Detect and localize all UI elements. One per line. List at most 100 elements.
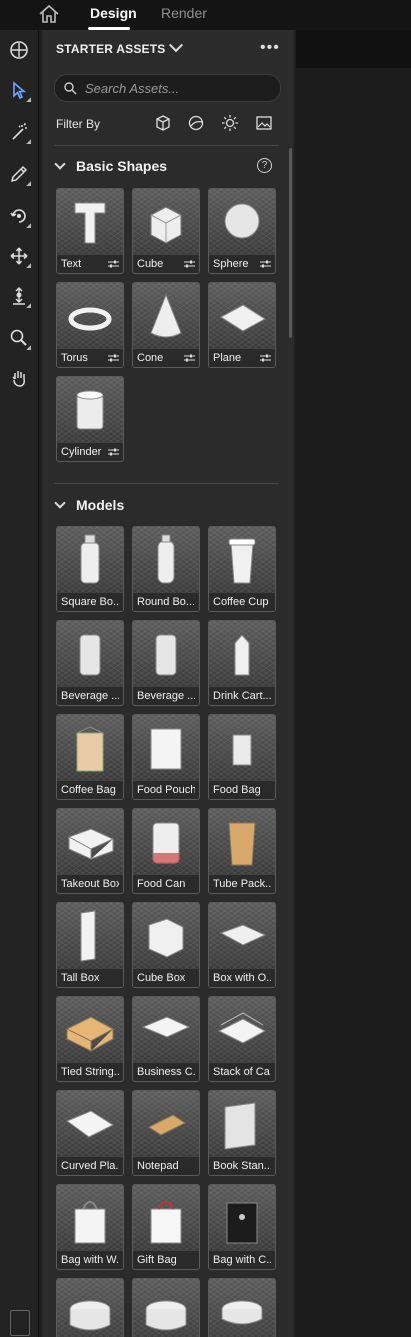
asset-tile[interactable]: Torus	[56, 282, 124, 368]
panel-title-dropdown[interactable]: STARTER ASSETS	[56, 38, 184, 56]
asset-label-bar: Food Can	[133, 875, 199, 893]
adjust-settings-icon[interactable]	[260, 260, 271, 268]
asset-tile[interactable]: Stack of Ca...	[208, 996, 276, 1082]
asset-tile[interactable]: Cylinder	[56, 376, 124, 462]
orbit-icon[interactable]	[5, 202, 33, 230]
adjust-settings-icon[interactable]	[108, 448, 119, 456]
asset-tile[interactable]: Beverage ...	[132, 620, 200, 706]
asset-label-bar: Bag with W...	[57, 1251, 123, 1269]
asset-tile[interactable]: Tall Box	[56, 902, 124, 988]
asset-label-bar: Cube Box	[133, 969, 199, 987]
more-options-icon[interactable]: •••	[260, 40, 280, 56]
asset-thumbnail	[209, 809, 275, 875]
asset-label-bar: Business C...	[133, 1063, 199, 1081]
left-toolbar	[0, 30, 39, 1337]
asset-tile[interactable]: Food Bag	[208, 714, 276, 800]
asset-label-bar: Beverage ...	[57, 687, 123, 705]
tab-render[interactable]: Render	[161, 5, 207, 21]
pan-hand-icon[interactable]	[5, 364, 33, 392]
asset-tile[interactable]: Coffee Bag	[56, 714, 124, 800]
asset-thumbnail	[57, 527, 123, 593]
move-icon[interactable]	[5, 242, 33, 270]
asset-thumbnail	[209, 1091, 275, 1157]
asset-name: Gift Bag	[137, 1254, 177, 1266]
section-basic-shapes[interactable]: Basic Shapes	[54, 158, 167, 174]
asset-thumbnail	[133, 189, 199, 255]
dolly-icon[interactable]	[5, 282, 33, 310]
scrollbar[interactable]	[289, 148, 292, 338]
adjust-settings-icon[interactable]	[108, 354, 119, 362]
adjust-settings-icon[interactable]	[260, 354, 271, 362]
asset-tile[interactable]: Takeout Box	[56, 808, 124, 894]
asset-name: Tube Pack...	[213, 878, 271, 890]
divider	[54, 483, 279, 484]
adjust-settings-icon[interactable]	[184, 354, 195, 362]
magic-wand-icon[interactable]	[5, 118, 33, 146]
section-models[interactable]: Models	[54, 497, 125, 513]
asset-tile[interactable]: Notepad	[132, 1090, 200, 1176]
asset-label-bar: Tied String...	[57, 1063, 123, 1081]
asset-tile[interactable]: Tied String...	[56, 996, 124, 1082]
asset-thumbnail	[57, 809, 123, 875]
asset-label-bar: Text	[57, 255, 123, 273]
asset-tile[interactable]: Sphere	[208, 188, 276, 274]
asset-label-bar: Bag with C...	[209, 1251, 275, 1269]
3d-model-filter-icon[interactable]	[154, 114, 172, 132]
asset-tile[interactable]: Round Bo...	[132, 526, 200, 612]
asset-name: Square Bo...	[61, 596, 119, 608]
asset-tile[interactable]: Cube Box	[132, 902, 200, 988]
asset-tile[interactable]: Gift Bag	[132, 1184, 200, 1270]
search-box[interactable]	[54, 74, 281, 102]
section-title: Models	[76, 497, 125, 513]
asset-tile[interactable]: Text	[56, 188, 124, 274]
top-bar: Design Render	[0, 0, 411, 31]
asset-tile[interactable]: Food Can	[132, 808, 200, 894]
asset-tile[interactable]: Bag with W...	[56, 1184, 124, 1270]
select-icon[interactable]	[5, 76, 33, 104]
asset-tile[interactable]: Curved Pla...	[56, 1090, 124, 1176]
asset-label-bar: Cube	[133, 255, 199, 273]
add-content-icon[interactable]	[5, 36, 33, 64]
asset-thumbnail	[133, 621, 199, 687]
help-icon[interactable]: ?	[257, 158, 272, 173]
asset-name: Bag with C...	[213, 1254, 271, 1266]
asset-tile[interactable]: Plane	[208, 282, 276, 368]
adjust-settings-icon[interactable]	[108, 260, 119, 268]
material-filter-icon[interactable]	[187, 114, 205, 132]
light-filter-icon[interactable]	[221, 114, 239, 132]
asset-tile[interactable]: Beverage ...	[56, 620, 124, 706]
asset-tile[interactable]: Cone	[132, 282, 200, 368]
filter-label: Filter By	[56, 117, 101, 131]
asset-tile[interactable]	[56, 1278, 124, 1337]
canvas-area[interactable]	[296, 30, 411, 1337]
tab-design[interactable]: Design	[90, 5, 137, 21]
zoom-icon[interactable]	[5, 324, 33, 352]
asset-label-bar: Tube Pack...	[209, 875, 275, 893]
asset-tile[interactable]: Cube	[132, 188, 200, 274]
adjust-settings-icon[interactable]	[184, 260, 195, 268]
asset-tile[interactable]: Business C...	[132, 996, 200, 1082]
eyedropper-icon[interactable]	[5, 160, 33, 188]
asset-tile[interactable]: Food Pouch	[132, 714, 200, 800]
asset-tile[interactable]: Bag with C...	[208, 1184, 276, 1270]
asset-label-bar: Curved Pla...	[57, 1157, 123, 1175]
asset-label-bar: Food Bag	[209, 781, 275, 799]
asset-tile[interactable]: Square Bo...	[56, 526, 124, 612]
asset-tile[interactable]: Drink Cart...	[208, 620, 276, 706]
asset-tile[interactable]: Tube Pack...	[208, 808, 276, 894]
panel-toggle-icon[interactable]	[10, 1310, 30, 1336]
asset-thumbnail	[57, 903, 123, 969]
asset-name: Stack of Ca...	[213, 1066, 271, 1078]
asset-tile[interactable]: Coffee Cup	[208, 526, 276, 612]
image-filter-icon[interactable]	[255, 114, 273, 132]
asset-tile[interactable]	[132, 1278, 200, 1337]
search-input[interactable]	[83, 78, 277, 98]
home-icon[interactable]	[38, 4, 60, 24]
asset-thumbnail	[57, 283, 123, 349]
asset-tile[interactable]: Book Stan...	[208, 1090, 276, 1176]
asset-tile[interactable]	[208, 1278, 276, 1337]
asset-name: Drink Cart...	[213, 690, 271, 702]
asset-name: Box with O...	[213, 972, 271, 984]
asset-label-bar: Coffee Cup	[209, 593, 275, 611]
asset-tile[interactable]: Box with O...	[208, 902, 276, 988]
